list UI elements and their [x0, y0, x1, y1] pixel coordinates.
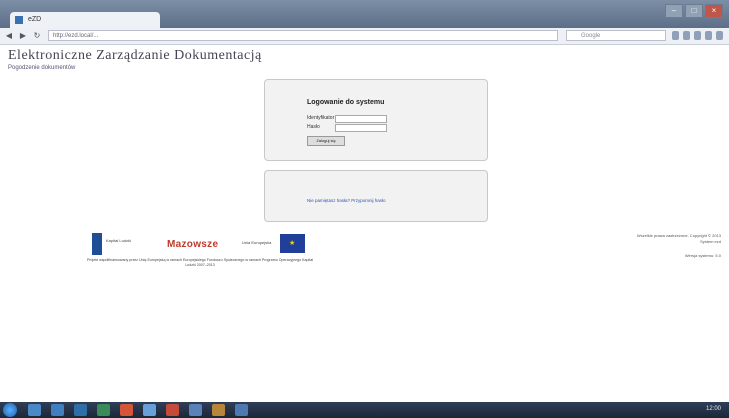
- username-label: Identyfikator: [307, 115, 335, 121]
- page-title: Elektroniczne Zarządzanie Dokumentacją: [8, 48, 262, 63]
- reload-icon[interactable]: ↻: [32, 31, 42, 41]
- paint-icon[interactable]: [120, 404, 133, 416]
- explorer-icon[interactable]: [28, 404, 41, 416]
- excel-icon[interactable]: [97, 404, 110, 416]
- app3-icon[interactable]: [235, 404, 248, 416]
- kapital-ludzki-logo: [92, 233, 102, 255]
- footer-copyright: Wszelkie prawa zastrzeżone. Copyright © …: [637, 233, 721, 245]
- favicon-icon: [15, 16, 23, 24]
- taskbar-apps: [28, 404, 248, 416]
- download-icon[interactable]: [683, 31, 690, 40]
- password-label: Hasło: [307, 124, 320, 130]
- media-icon[interactable]: [74, 404, 87, 416]
- toolbar-icons: [672, 31, 723, 40]
- help-panel: Nie pamiętasz hasła? Przypomnij hasło: [264, 170, 488, 222]
- forgot-password-link[interactable]: Nie pamiętasz hasła? Przypomnij hasło: [307, 198, 386, 203]
- addon-icon[interactable]: [716, 31, 723, 40]
- taskbar: 12:00: [0, 402, 729, 418]
- close-button[interactable]: ×: [705, 4, 723, 18]
- minimize-button[interactable]: –: [665, 4, 683, 18]
- kapital-ludzki-text: Kapitał Ludzki: [106, 238, 131, 243]
- browser-titlebar: eZD – □ ×: [0, 0, 729, 28]
- system-line: System ezd: [700, 239, 721, 244]
- back-icon[interactable]: ◀: [4, 31, 14, 41]
- tab-title: eZD: [28, 16, 42, 23]
- login-title: Logowanie do systemu: [307, 99, 385, 106]
- window-controls: – □ ×: [665, 4, 723, 18]
- bookmark-icon[interactable]: [672, 31, 679, 40]
- forward-icon[interactable]: ▶: [18, 31, 28, 41]
- sponsor-logos: Kapitał Ludzki Mazowsze Unia Europejska: [92, 232, 307, 256]
- address-bar[interactable]: http://ezd.local/...: [48, 30, 558, 41]
- login-button[interactable]: Zaloguj się: [307, 136, 345, 146]
- mazowsze-logo: Mazowsze: [167, 239, 219, 250]
- login-panel: Logowanie do systemu Identyfikator Hasło…: [264, 79, 488, 161]
- funding-caption: Projekt współfinansowany przez Unię Euro…: [86, 258, 314, 267]
- system-tray-clock[interactable]: 12:00: [706, 406, 721, 412]
- page-subtitle-link[interactable]: Pogodzenie dokumentów: [8, 65, 75, 71]
- version-text: Wersja systemu: 5.0: [684, 253, 721, 258]
- app2-icon[interactable]: [189, 404, 202, 416]
- maximize-button[interactable]: □: [685, 4, 703, 18]
- eu-flag-logo: [280, 234, 305, 253]
- app-icon[interactable]: [143, 404, 156, 416]
- home-icon[interactable]: [694, 31, 701, 40]
- start-button[interactable]: [3, 403, 17, 417]
- firefox-icon[interactable]: [212, 404, 225, 416]
- unia-europejska-text: Unia Europejska: [242, 240, 272, 245]
- search-input[interactable]: Google: [566, 30, 666, 41]
- opera-icon[interactable]: [166, 404, 179, 416]
- ie-icon[interactable]: [51, 404, 64, 416]
- password-input[interactable]: [335, 124, 387, 132]
- browser-tab[interactable]: eZD: [10, 12, 160, 28]
- username-input[interactable]: [335, 115, 387, 123]
- menu-icon[interactable]: [705, 31, 712, 40]
- browser-navbar: ◀ ▶ ↻ http://ezd.local/... Google: [0, 28, 729, 45]
